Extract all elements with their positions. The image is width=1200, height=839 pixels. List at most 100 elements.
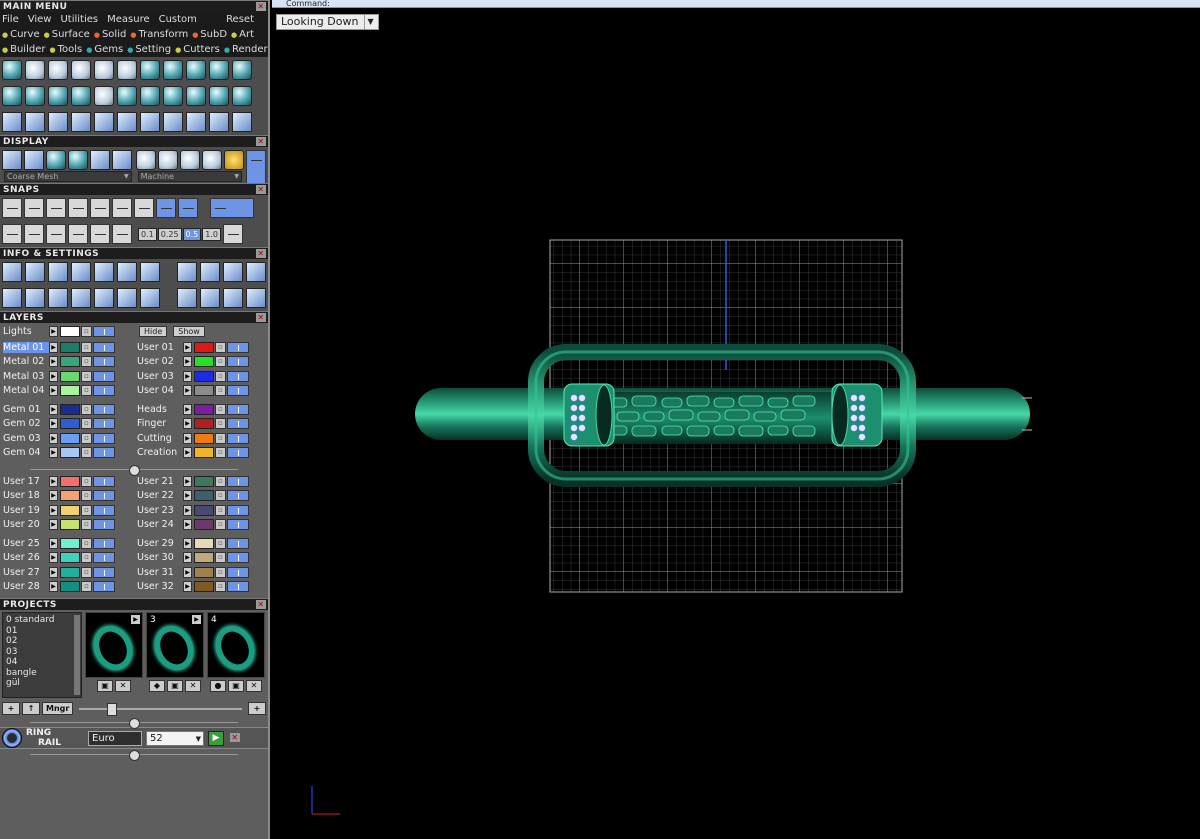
layer-name[interactable]: User 01 bbox=[137, 342, 183, 353]
layer-name[interactable]: User 30 bbox=[137, 552, 183, 563]
show-button[interactable]: Show bbox=[173, 326, 205, 337]
module-render[interactable]: Render bbox=[224, 42, 268, 57]
menu-measure[interactable]: Measure bbox=[107, 12, 150, 27]
layer-row[interactable]: User 24 ▶ ▫ bbox=[134, 518, 268, 533]
layer-row[interactable]: User 31 ▶ ▫ bbox=[134, 565, 268, 580]
add-project-button[interactable]: + bbox=[2, 702, 20, 715]
layer-color-swatch[interactable] bbox=[60, 475, 80, 487]
layer-name[interactable]: Cutting bbox=[137, 433, 183, 444]
info-icon[interactable] bbox=[48, 262, 68, 282]
expand-icon[interactable]: ▶ bbox=[49, 581, 58, 593]
layer-color-swatch[interactable] bbox=[194, 581, 214, 593]
tool-icon[interactable] bbox=[71, 86, 91, 106]
layer-name[interactable]: User 25 bbox=[3, 538, 49, 549]
pencil-icon[interactable] bbox=[117, 262, 137, 282]
layer-color-swatch[interactable] bbox=[60, 490, 80, 502]
lock-icon[interactable]: ▫ bbox=[215, 403, 226, 415]
snap-icon[interactable] bbox=[68, 224, 88, 244]
visibility-toggle[interactable] bbox=[227, 370, 249, 382]
delete-icon[interactable]: ✕ bbox=[246, 680, 262, 692]
lock-icon[interactable]: ▫ bbox=[81, 418, 92, 430]
display-mode-icon[interactable] bbox=[24, 150, 44, 170]
layer-color-swatch[interactable] bbox=[194, 370, 214, 382]
info-icon[interactable] bbox=[140, 288, 160, 308]
lock-icon[interactable]: ▫ bbox=[81, 403, 92, 415]
expand-icon[interactable]: ▶ bbox=[49, 403, 58, 415]
tool-icon[interactable] bbox=[163, 60, 183, 80]
visibility-toggle[interactable] bbox=[93, 341, 115, 353]
project-item[interactable]: gül bbox=[6, 678, 78, 689]
layer-row[interactable]: User 17 ▶ ▫ bbox=[0, 474, 134, 489]
layer-color-swatch[interactable] bbox=[60, 447, 80, 459]
tool-icon[interactable] bbox=[232, 60, 252, 80]
visibility-toggle[interactable] bbox=[227, 519, 249, 531]
layer-row[interactable]: Heads ▶ ▫ bbox=[134, 402, 268, 417]
visibility-toggle[interactable] bbox=[227, 490, 249, 502]
expand-icon[interactable]: ▶ bbox=[49, 418, 58, 430]
lock-icon[interactable]: ▫ bbox=[215, 385, 226, 397]
snap-icon[interactable] bbox=[2, 198, 22, 218]
tool-icon[interactable] bbox=[209, 112, 229, 132]
lock-icon[interactable]: ▫ bbox=[215, 418, 226, 430]
tool-icon[interactable] bbox=[140, 60, 160, 80]
material-select[interactable]: Machine bbox=[137, 171, 242, 182]
tool-icon[interactable] bbox=[2, 60, 22, 80]
expand-icon[interactable]: ▶ bbox=[183, 370, 192, 382]
layer-row[interactable]: Gem 01 ▶ ▫ bbox=[0, 402, 134, 417]
expand-icon[interactable]: ▶ bbox=[49, 341, 58, 353]
play-icon[interactable]: ▶ bbox=[131, 615, 140, 624]
layer-name[interactable]: User 18 bbox=[3, 490, 49, 501]
layer-name[interactable]: Metal 02 bbox=[3, 356, 49, 367]
expand-icon[interactable]: ▶ bbox=[183, 504, 192, 516]
settings-icon[interactable] bbox=[2, 262, 22, 282]
project-thumbnail[interactable]: 4 ● ▣ ✕ bbox=[207, 612, 265, 698]
layer-name[interactable]: Gem 03 bbox=[3, 433, 49, 444]
expand-icon[interactable]: ▶ bbox=[49, 566, 58, 578]
snap-value-0.25[interactable]: 0.25 bbox=[157, 227, 182, 241]
info-icon[interactable] bbox=[25, 288, 45, 308]
snap-value-0.1[interactable]: 0.1 bbox=[138, 227, 157, 241]
lock-icon[interactable]: ▫ bbox=[215, 432, 226, 444]
tool-icon[interactable] bbox=[163, 86, 183, 106]
expand-icon[interactable]: ▶ bbox=[183, 432, 192, 444]
layer-name[interactable]: User 02 bbox=[137, 356, 183, 367]
layer-name[interactable]: User 24 bbox=[137, 519, 183, 530]
snap-value-0.5[interactable]: 0.5 bbox=[182, 227, 202, 241]
expand-icon[interactable]: ▶ bbox=[183, 490, 192, 502]
layer-color-swatch[interactable] bbox=[194, 356, 214, 368]
layer-name[interactable]: User 23 bbox=[137, 505, 183, 516]
module-cutters[interactable]: Cutters bbox=[175, 42, 220, 57]
layer-row[interactable]: User 30 ▶ ▫ bbox=[134, 551, 268, 566]
expand-icon[interactable]: ▶ bbox=[49, 490, 58, 502]
layer-color-swatch[interactable] bbox=[60, 418, 80, 430]
lock-icon[interactable]: ▫ bbox=[81, 432, 92, 444]
layer-name[interactable]: User 21 bbox=[137, 476, 183, 487]
layer-color-swatch[interactable] bbox=[60, 504, 80, 516]
module-solid[interactable]: Solid bbox=[94, 27, 126, 42]
close-icon[interactable]: ✕ bbox=[256, 185, 266, 194]
project-item[interactable]: 0 standard bbox=[6, 615, 78, 626]
tool-icon[interactable] bbox=[2, 86, 22, 106]
project-item[interactable]: 04 bbox=[6, 657, 78, 668]
lock-icon[interactable]: ▫ bbox=[215, 504, 226, 516]
lock-icon[interactable]: ▫ bbox=[215, 519, 226, 531]
visibility-toggle[interactable] bbox=[227, 566, 249, 578]
delete-icon[interactable]: ✕ bbox=[115, 680, 131, 692]
visibility-toggle[interactable] bbox=[93, 475, 115, 487]
lock-icon[interactable]: ▫ bbox=[81, 581, 92, 593]
snap-icon[interactable] bbox=[46, 224, 66, 244]
expand-icon[interactable]: ▶ bbox=[49, 326, 58, 337]
project-item[interactable]: 02 bbox=[6, 636, 78, 647]
expand-icon[interactable]: ▶ bbox=[49, 370, 58, 382]
visibility-toggle[interactable] bbox=[93, 519, 115, 531]
layer-name[interactable]: Gem 04 bbox=[3, 447, 49, 458]
info-icon[interactable] bbox=[71, 262, 91, 282]
snap-icon[interactable] bbox=[134, 198, 154, 218]
snap-icon[interactable] bbox=[90, 224, 110, 244]
tool-icon[interactable] bbox=[186, 60, 206, 80]
add-icon[interactable]: ● bbox=[210, 680, 226, 692]
visibility-toggle[interactable] bbox=[93, 566, 115, 578]
tool-icon[interactable] bbox=[209, 86, 229, 106]
snap-value-1.0[interactable]: 1.0 bbox=[202, 227, 222, 241]
tool-icon[interactable] bbox=[209, 60, 229, 80]
